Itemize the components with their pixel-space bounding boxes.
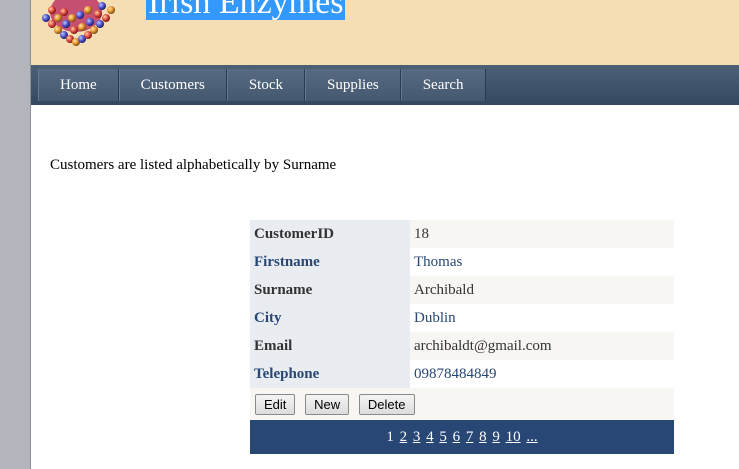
pager-link-3[interactable]: 3 [413,429,421,445]
nav-item-search[interactable]: Search [400,69,486,101]
command-row: Edit New Delete [250,388,674,420]
customer-details-view: CustomerID 18 Firstname Thomas Surname A… [250,220,674,454]
field-value: Archibald [410,276,674,304]
pager-row: 1 2 3 4 5 6 7 8 9 10 ... [250,420,674,454]
field-label: Email [250,332,410,360]
left-gutter [0,0,31,469]
pager-current-page: 1 [386,428,394,445]
command-cell: Edit New Delete [250,388,674,420]
field-label: Firstname [250,248,410,276]
new-button[interactable]: New [305,393,350,415]
field-row-firstname: Firstname Thomas [250,248,674,276]
field-label: Surname [250,276,410,304]
field-value: 18 [410,220,674,248]
nav-item-home[interactable]: Home [38,69,119,101]
enzyme-molecule-logo [42,0,115,46]
nav-item-customers[interactable]: Customers [118,69,227,101]
pager-link-10[interactable]: 10 [506,429,521,445]
main-navbar: Home Customers Stock Supplies Search [31,65,739,105]
field-row-city: City Dublin [250,304,674,332]
pager-link-5[interactable]: 5 [439,429,447,445]
field-value: Thomas [410,248,674,276]
site-title: Irish Enzymes [146,0,346,20]
field-value: 09878484849 [410,360,674,388]
field-row-telephone: Telephone 09878484849 [250,360,674,388]
edit-button[interactable]: Edit [255,393,296,415]
browser-page: Irish Enzymes Home Customers Stock Suppl… [0,0,739,469]
intro-text: Customers are listed alphabetically by S… [50,157,337,173]
field-value: archibaldt@gmail.com [410,332,674,360]
pager-link-4[interactable]: 4 [426,429,434,445]
nav-item-supplies[interactable]: Supplies [305,69,401,101]
field-label: Telephone [250,360,410,388]
field-label: City [250,304,410,332]
field-label: CustomerID [250,220,410,248]
field-row-customerid: CustomerID 18 [250,220,674,248]
field-row-email: Email archibaldt@gmail.com [250,332,674,360]
field-value: Dublin [410,304,674,332]
nav-item-stock[interactable]: Stock [226,69,306,101]
field-row-surname: Surname Archibald [250,276,674,304]
pager-link-7[interactable]: 7 [466,429,474,445]
site-header [31,0,739,65]
pager-link-2[interactable]: 2 [400,429,408,445]
pager-link-more[interactable]: ... [526,429,537,445]
delete-button[interactable]: Delete [358,393,415,415]
nav-menu: Home Customers Stock Supplies Search [38,69,486,101]
pager-link-8[interactable]: 8 [479,429,487,445]
pager: 1 2 3 4 5 6 7 8 9 10 ... [250,420,674,454]
pager-link-9[interactable]: 9 [492,429,500,445]
pager-link-6[interactable]: 6 [453,429,461,445]
